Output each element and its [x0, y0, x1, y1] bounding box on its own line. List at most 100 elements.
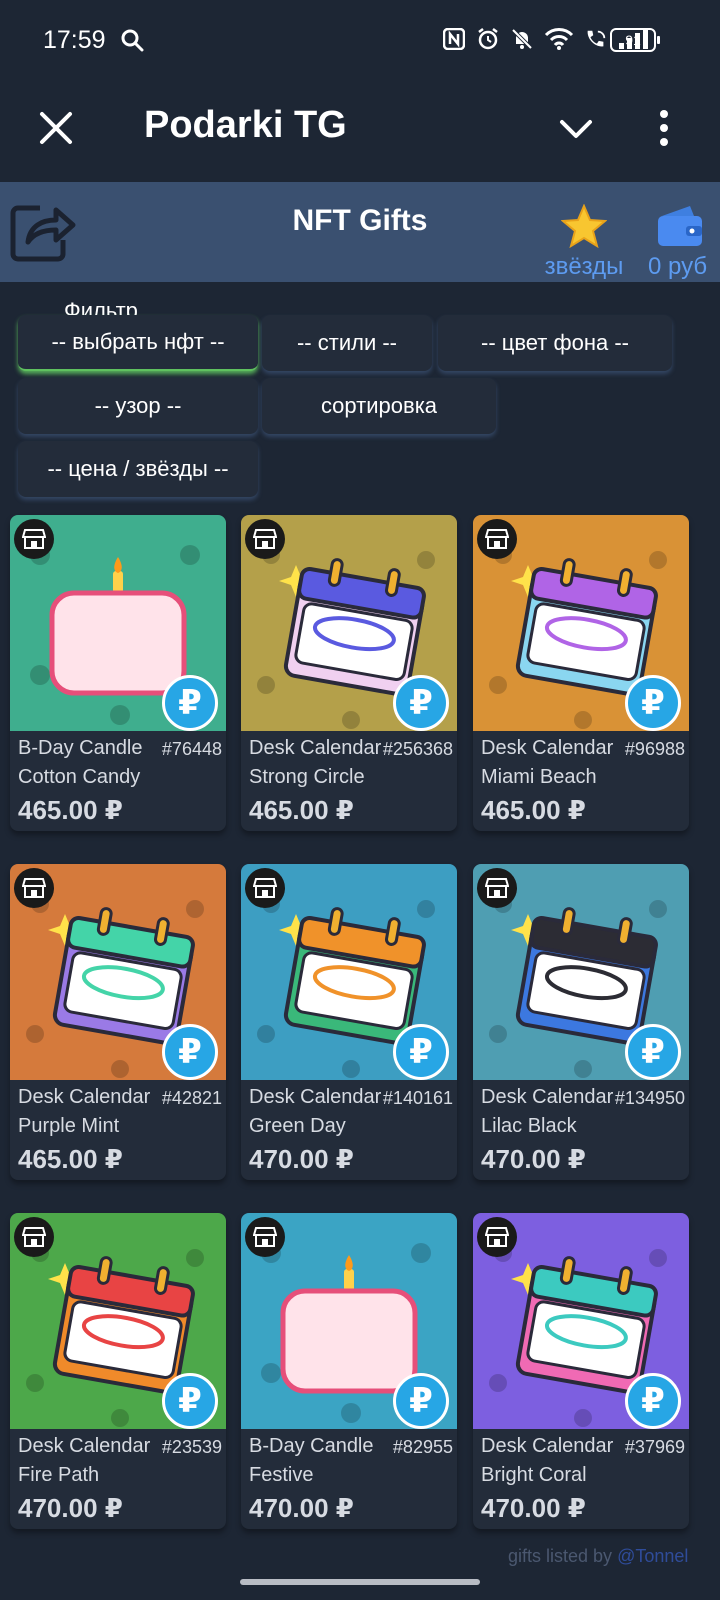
filter-price-stars[interactable]: -- цена / звёзды -- — [18, 441, 258, 497]
gift-name: Desk Calendar — [18, 1086, 151, 1108]
stars-button[interactable]: звёзды — [536, 203, 632, 281]
gift-image: ₽ — [10, 864, 226, 1080]
gift-price: 470.00 ₽ — [249, 1144, 354, 1174]
gift-card[interactable]: ₽ B-Day Candle #76448 Cotton Candy 465.00 ₽ — [10, 515, 226, 831]
gift-price: 465.00 ₽ — [481, 795, 586, 825]
gift-name: Desk Calendar — [481, 1435, 614, 1457]
gift-name: B-Day Candle — [18, 737, 143, 759]
app-bar: Podarki TG — [0, 82, 720, 182]
gift-model: Cotton Candy — [18, 766, 141, 788]
gift-model: Lilac Black — [481, 1115, 577, 1137]
gift-number: #42821 — [161, 1088, 222, 1108]
gift-number: #23539 — [161, 1437, 222, 1457]
home-indicator[interactable] — [240, 1579, 480, 1585]
more-vertical-icon[interactable] — [650, 106, 678, 150]
gift-card[interactable]: ₽ Desk Calendar #96988 Miami Beach 465.00 ₽ — [473, 515, 689, 831]
gift-model: Fire Path — [18, 1464, 100, 1486]
store-icon — [245, 519, 285, 559]
store-icon — [14, 1217, 54, 1257]
gift-model: Festive — [249, 1464, 314, 1486]
gift-name: Desk Calendar — [249, 737, 382, 759]
filter-background-color[interactable]: -- цвет фона -- — [438, 315, 672, 371]
gift-price: 470.00 ₽ — [481, 1493, 586, 1523]
gift-image: ₽ — [473, 864, 689, 1080]
gift-number: #140161 — [382, 1088, 453, 1108]
gift-number: #82955 — [392, 1437, 453, 1457]
gift-title-row: Desk Calendar #23539 — [18, 1435, 222, 1458]
footer-link[interactable]: @Tonnel — [617, 1546, 688, 1566]
close-icon[interactable] — [34, 106, 78, 150]
ruble-icon[interactable]: ₽ — [625, 1024, 681, 1080]
gift-model: Purple Mint — [18, 1115, 120, 1137]
gift-card[interactable]: ₽ Desk Calendar #42821 Purple Mint 465.00 ₽ — [10, 864, 226, 1180]
store-icon — [14, 868, 54, 908]
gift-model: Strong Circle — [249, 766, 365, 788]
ruble-icon[interactable]: ₽ — [393, 1373, 449, 1429]
gift-title-row: Desk Calendar #96988 — [481, 737, 685, 760]
footer-attribution: gifts listed by @Tonnel — [508, 1546, 688, 1567]
gift-number: #134950 — [614, 1088, 685, 1108]
ruble-icon[interactable]: ₽ — [393, 675, 449, 731]
star-icon — [560, 203, 608, 252]
gift-title-row: Desk Calendar #42821 — [18, 1086, 222, 1109]
filter-select-nft[interactable]: -- выбрать нфт -- — [18, 315, 258, 371]
gift-image: ₽ — [10, 515, 226, 731]
ruble-icon[interactable]: ₽ — [393, 1024, 449, 1080]
gift-model: Green Day — [249, 1115, 346, 1137]
gift-name: Desk Calendar — [18, 1435, 151, 1457]
gift-title-row: Desk Calendar #37969 — [481, 1435, 685, 1458]
gift-model: Miami Beach — [481, 766, 597, 788]
app-title: Podarki TG — [144, 104, 347, 146]
gift-image: ₽ — [241, 515, 457, 731]
search-icon — [120, 28, 144, 57]
mute-icon — [510, 26, 534, 52]
ruble-icon[interactable]: ₽ — [625, 675, 681, 731]
gift-card[interactable]: ₽ Desk Calendar #134950 Lilac Black 470.00 ₽ — [473, 864, 689, 1180]
sort-button[interactable]: сортировка — [262, 378, 496, 434]
battery-indicator: 91 — [610, 28, 660, 52]
wallet-button[interactable]: 0 руб — [648, 204, 720, 281]
gift-price: 470.00 ₽ — [481, 1144, 586, 1174]
gift-image: ₽ — [473, 1213, 689, 1429]
gift-name: Desk Calendar — [249, 1086, 382, 1108]
alarm-icon — [476, 26, 500, 52]
gift-number: #37969 — [624, 1437, 685, 1457]
gift-title-row: Desk Calendar #256368 — [249, 737, 453, 760]
store-icon — [477, 519, 517, 559]
ruble-icon[interactable]: ₽ — [162, 1373, 218, 1429]
gift-card[interactable]: ₽ B-Day Candle #82955 Festive 470.00 ₽ — [241, 1213, 457, 1529]
gift-image: ₽ — [241, 864, 457, 1080]
gift-model: Bright Coral — [481, 1464, 587, 1486]
store-icon — [477, 1217, 517, 1257]
wifi-call-icon — [584, 26, 608, 52]
gift-name: Desk Calendar — [481, 737, 614, 759]
ruble-icon[interactable]: ₽ — [162, 1024, 218, 1080]
gift-title-row: B-Day Candle #76448 — [18, 737, 222, 760]
gift-card[interactable]: ₽ Desk Calendar #256368 Strong Circle 465.00… — [241, 515, 457, 831]
gift-card[interactable]: ₽ Desk Calendar #37969 Bright Coral 470.00 ₽ — [473, 1213, 689, 1529]
gift-card[interactable]: ₽ Desk Calendar #23539 Fire Path 470.00 ₽ — [10, 1213, 226, 1529]
nfc-icon — [442, 26, 466, 52]
gift-card[interactable]: ₽ Desk Calendar #140161 Green Day 470.00 ₽ — [241, 864, 457, 1180]
store-icon — [245, 868, 285, 908]
gift-price: 470.00 ₽ — [18, 1493, 123, 1523]
gift-price: 465.00 ₽ — [249, 795, 354, 825]
ruble-icon[interactable]: ₽ — [162, 675, 218, 731]
ruble-icon[interactable]: ₽ — [625, 1373, 681, 1429]
battery-level: 91 — [625, 32, 641, 48]
gift-price: 465.00 ₽ — [18, 1144, 123, 1174]
store-icon — [245, 1217, 285, 1257]
gift-title-row: B-Day Candle #82955 — [249, 1435, 453, 1458]
filter-styles[interactable]: -- стили -- — [262, 315, 432, 371]
gift-title-row: Desk Calendar #134950 — [481, 1086, 685, 1109]
wallet-icon — [648, 204, 720, 253]
gift-price: 465.00 ₽ — [18, 795, 123, 825]
gift-number: #76448 — [161, 739, 222, 759]
filter-pattern[interactable]: -- узор -- — [18, 378, 258, 434]
gift-number: #96988 — [624, 739, 685, 759]
gifts-banner: NFT Gifts звёзды 0 руб — [0, 182, 720, 282]
status-time: 17:59 — [43, 26, 106, 54]
gift-image: ₽ — [241, 1213, 457, 1429]
stars-label: звёзды — [544, 253, 624, 280]
chevron-down-icon[interactable] — [556, 108, 596, 148]
